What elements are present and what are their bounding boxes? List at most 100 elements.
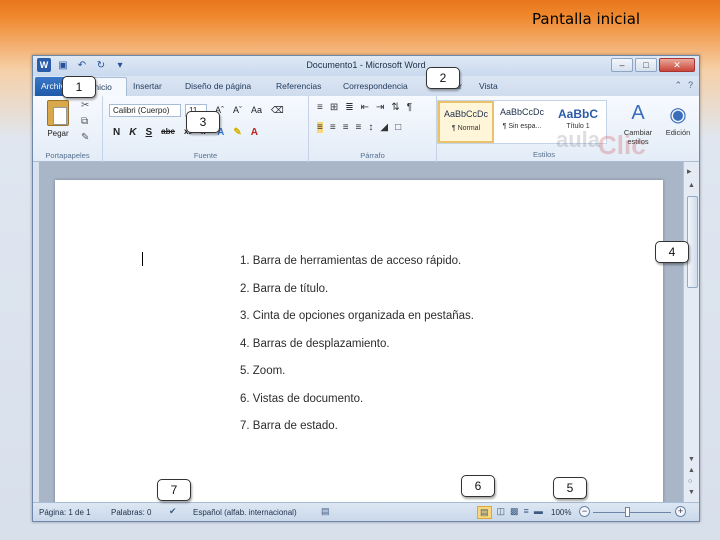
print-layout-icon[interactable]: ▤: [477, 506, 492, 519]
list-item: 4. Barras de desplazamiento.: [240, 337, 390, 350]
callout-2: 2: [426, 67, 460, 89]
clipboard-icon: [47, 100, 69, 126]
clear-format-icon[interactable]: ⌫: [271, 105, 284, 116]
macro-icon[interactable]: ▤: [321, 506, 330, 517]
callout-1: 1: [62, 76, 96, 98]
scroll-thumb[interactable]: [687, 196, 698, 288]
tab-view[interactable]: Vista: [479, 81, 498, 91]
vertical-ruler: [33, 162, 39, 504]
tab-mailings[interactable]: Correspondencia: [343, 81, 408, 91]
increase-indent-icon[interactable]: ⇥: [376, 102, 384, 113]
browse-object-icon[interactable]: ○: [688, 478, 695, 485]
borders-icon[interactable]: □: [395, 122, 401, 133]
zoom-slider-handle[interactable]: [625, 507, 630, 517]
list-item: 5. Zoom.: [240, 365, 286, 377]
multilevel-list-icon[interactable]: ≣: [345, 102, 353, 113]
language[interactable]: Español (alfab. internacional): [193, 508, 297, 517]
minimize-ribbon-icon[interactable]: ⌃: [674, 80, 682, 91]
scroll-up-icon[interactable]: ▲: [688, 182, 695, 189]
font-color-icon[interactable]: A: [251, 127, 258, 138]
text-cursor: [142, 252, 143, 266]
title-bar: W ▣ ↶ ↻ ▾ Documento1 - Microsoft Word – …: [33, 56, 699, 76]
callout-3: 3: [186, 111, 220, 133]
underline-button[interactable]: S: [145, 127, 152, 138]
tab-references[interactable]: Referencias: [276, 81, 321, 91]
editing-button[interactable]: ◉ Edición: [657, 102, 699, 137]
list-item: 1. Barra de herramientas de acceso rápid…: [240, 255, 462, 267]
change-case-button[interactable]: Aa: [251, 105, 262, 116]
numbering-icon[interactable]: ⊞: [330, 102, 338, 113]
align-left-icon[interactable]: ≡: [317, 122, 323, 133]
word-count[interactable]: Palabras: 0: [111, 508, 151, 517]
group-label-font: Fuente: [193, 151, 218, 160]
list-item: 3. Cinta de opciones organizada en pesta…: [240, 310, 474, 322]
style-normal[interactable]: AaBbCcDc ¶ Normal: [438, 101, 494, 143]
vertical-scrollbar[interactable]: ▸ ▲ ▼ ▲ ○ ▼: [683, 162, 699, 504]
ribbon-tabs: Archivo Inicio Insertar Diseño de página…: [33, 76, 699, 96]
list-item: 7. Barra de estado.: [240, 420, 338, 432]
paste-button[interactable]: Pegar: [41, 100, 75, 138]
document-page[interactable]: 1. Barra de herramientas de acceso rápid…: [55, 180, 663, 510]
next-page-icon[interactable]: ▼: [688, 489, 695, 496]
line-spacing-icon[interactable]: ↕: [368, 122, 373, 133]
document-list: 1. Barra de herramientas de acceso rápid…: [240, 255, 474, 448]
ruler-toggle-icon[interactable]: ▸: [687, 166, 692, 177]
zoom-out-icon[interactable]: −: [579, 506, 590, 517]
shading-icon[interactable]: ◢: [380, 122, 388, 133]
scroll-down-icon[interactable]: ▼: [688, 456, 695, 463]
sort-icon[interactable]: ⇅: [391, 102, 399, 113]
group-paragraph: ≡ ⊞ ≣ ⇤ ⇥ ⇅ ¶ ≡ ≡ ≡ ≡ ↕ ◢ □ Párrafo: [309, 96, 437, 162]
callout-5: 5: [553, 477, 587, 499]
format-painter-icon[interactable]: ✎: [81, 132, 89, 143]
decrease-indent-icon[interactable]: ⇤: [361, 102, 369, 113]
style-no-spacing[interactable]: AaBbCcDc ¶ Sin espa...: [494, 101, 550, 143]
window-title: Documento1 - Microsoft Word: [306, 60, 426, 70]
change-styles-icon: A: [631, 102, 645, 124]
proofing-icon[interactable]: ✔: [169, 506, 177, 517]
status-bar: Página: 1 de 1 Palabras: 0 ✔ Español (al…: [33, 502, 699, 521]
highlight-icon[interactable]: ✎: [233, 127, 241, 138]
close-button[interactable]: ✕: [659, 58, 695, 72]
help-icon[interactable]: ?: [688, 80, 693, 91]
callout-4: 4: [655, 241, 689, 263]
zoom-in-icon[interactable]: +: [675, 506, 686, 517]
binoculars-icon: ◉: [669, 104, 687, 126]
minimize-button[interactable]: –: [611, 58, 633, 72]
word-window: W ▣ ↶ ↻ ▾ Documento1 - Microsoft Word – …: [32, 55, 700, 522]
align-right-icon[interactable]: ≡: [343, 122, 349, 133]
slide-title: Pantalla inicial: [532, 10, 641, 28]
outline-icon[interactable]: ≡: [524, 506, 529, 519]
maximize-button[interactable]: □: [635, 58, 657, 72]
previous-page-icon[interactable]: ▲: [688, 467, 695, 474]
align-center-icon[interactable]: ≡: [330, 122, 336, 133]
copy-icon[interactable]: ⧉: [81, 116, 89, 127]
web-layout-icon[interactable]: ▩: [510, 506, 519, 519]
justify-icon[interactable]: ≡: [356, 122, 362, 133]
group-clipboard: Pegar ✂ ⧉ ✎ Portapapeles: [33, 96, 103, 162]
window-controls: – □ ✕: [611, 58, 695, 72]
callout-6: 6: [461, 475, 495, 497]
document-area: 1. Barra de herramientas de acceso rápid…: [33, 162, 683, 510]
zoom-slider[interactable]: [593, 512, 671, 513]
bullets-icon[interactable]: ≡: [317, 102, 323, 113]
full-screen-reading-icon[interactable]: ◫: [497, 506, 506, 519]
page-count[interactable]: Página: 1 de 1: [39, 508, 91, 517]
callout-7: 7: [157, 479, 191, 501]
watermark-aula: aula: [556, 127, 601, 152]
draft-icon[interactable]: ▬: [534, 506, 543, 519]
group-label-paragraph: Párrafo: [360, 151, 385, 160]
font-name-select[interactable]: Calibri (Cuerpo): [109, 104, 181, 117]
list-item: 2. Barra de título.: [240, 282, 329, 295]
group-label-clipboard: Portapapeles: [45, 151, 90, 160]
bold-button[interactable]: N: [113, 127, 120, 138]
paste-label: Pegar: [47, 129, 69, 138]
tab-page-layout[interactable]: Diseño de página: [185, 81, 251, 91]
zoom-level[interactable]: 100%: [551, 508, 571, 517]
tab-insert[interactable]: Insertar: [133, 81, 162, 91]
show-marks-button[interactable]: ¶: [407, 102, 412, 113]
strikethrough-button[interactable]: abe: [161, 127, 175, 138]
cut-icon[interactable]: ✂: [81, 100, 89, 111]
italic-button[interactable]: K: [129, 127, 136, 138]
shrink-font-icon[interactable]: Aˇ: [233, 105, 242, 116]
watermark-clic: Clic: [598, 130, 646, 160]
